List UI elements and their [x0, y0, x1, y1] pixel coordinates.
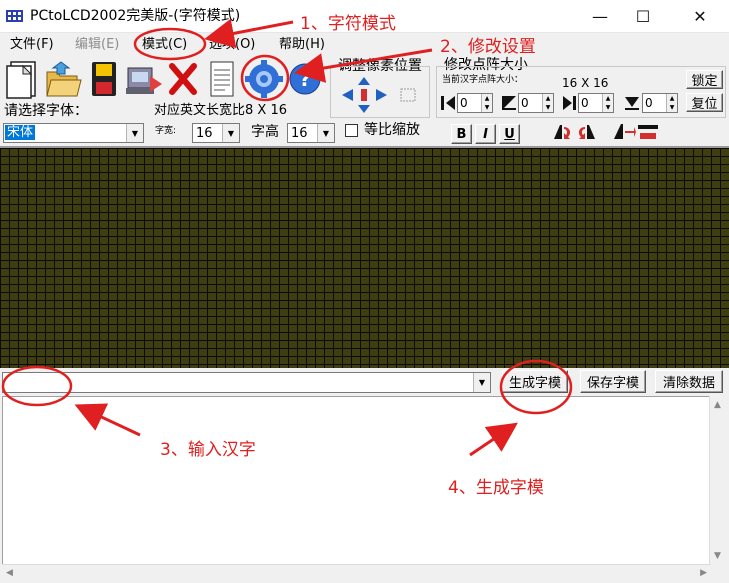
- generate-button[interactable]: 生成字模: [502, 370, 568, 393]
- flip-vertical-icon[interactable]: [636, 121, 660, 143]
- bold-button[interactable]: B: [451, 124, 472, 144]
- top-margin-icon: [441, 96, 455, 110]
- current-size-value: 16 X 16: [562, 76, 609, 90]
- chevron-down-icon: ▼: [222, 124, 239, 142]
- spin-bottom[interactable]: 0 ▲ ▼: [518, 93, 554, 113]
- minimize-button[interactable]: —: [577, 0, 623, 33]
- width-select[interactable]: 16 ▼: [192, 123, 240, 143]
- proportional-label: 等比缩放: [364, 122, 420, 138]
- chevron-down-icon: ▼: [126, 124, 143, 142]
- delete-icon[interactable]: [166, 58, 200, 100]
- reset-button[interactable]: 复位: [686, 93, 723, 112]
- annotation-2: 2、修改设置: [440, 37, 536, 57]
- export-icon[interactable]: [122, 58, 164, 100]
- lock-button[interactable]: 锁定: [686, 70, 723, 89]
- scroll-right-icon[interactable]: ▶: [700, 568, 707, 578]
- shift-up-icon[interactable]: [356, 76, 372, 86]
- horizontal-scrollbar[interactable]: ◀ ▶: [2, 564, 711, 582]
- new-file-icon[interactable]: [5, 58, 43, 100]
- scroll-left-icon[interactable]: ◀: [6, 568, 13, 578]
- save-disk-icon[interactable]: [86, 58, 120, 100]
- dot-matrix-grid[interactable]: [0, 146, 729, 368]
- window-title: PCtoLCD2002完美版-(字符模式): [30, 8, 241, 24]
- menu-edit[interactable]: 编辑(E): [75, 36, 119, 53]
- spin-top[interactable]: 0 ▲ ▼: [457, 93, 493, 113]
- italic-button[interactable]: I: [475, 124, 496, 144]
- flip-horizontal-icon[interactable]: [612, 121, 636, 143]
- menu-mode[interactable]: 模式(C): [142, 36, 187, 53]
- choose-font-label: 请选择字体：: [4, 103, 88, 119]
- scroll-up-icon[interactable]: ▲: [714, 400, 721, 410]
- bottom-margin-icon: [502, 96, 516, 110]
- open-folder-icon[interactable]: [43, 58, 83, 100]
- shift-left-icon[interactable]: [341, 88, 355, 102]
- proportional-checkbox[interactable]: [345, 124, 358, 137]
- shift-right-icon[interactable]: [374, 88, 388, 102]
- left-margin-icon: [563, 96, 576, 110]
- app-icon: [6, 10, 23, 22]
- close-button[interactable]: ✕: [677, 0, 723, 33]
- clear-button[interactable]: 清除数据: [655, 370, 723, 393]
- height-select[interactable]: 16 ▼: [287, 123, 335, 143]
- settings-gear-icon[interactable]: [243, 58, 285, 100]
- right-margin-icon: [625, 97, 639, 110]
- notepad-icon[interactable]: [205, 58, 239, 100]
- frame-icon[interactable]: [398, 86, 418, 104]
- chevron-down-icon: ▼: [473, 373, 490, 392]
- maximize-button[interactable]: ☐: [620, 0, 666, 33]
- aspect-ratio-label: 对应英文长宽比8 X 16: [154, 103, 287, 118]
- height-label: 字高: [251, 124, 279, 140]
- current-size-label: 当前汉字点阵大小：: [442, 75, 524, 85]
- save-font-button[interactable]: 保存字模: [580, 370, 646, 393]
- rotate-right-icon[interactable]: [575, 121, 599, 143]
- menu-file[interactable]: 文件(F): [10, 36, 54, 53]
- menu-options[interactable]: 选项(O): [209, 36, 255, 53]
- width-label: 字宽:: [155, 126, 177, 136]
- scroll-down-icon[interactable]: ▼: [714, 551, 721, 561]
- annotation-3: 3、输入汉字: [160, 440, 256, 460]
- annotation-1: 1、字符模式: [300, 14, 396, 34]
- output-textarea[interactable]: [2, 396, 711, 581]
- shift-down-icon[interactable]: [356, 104, 372, 114]
- chevron-down-icon: ▼: [317, 124, 334, 142]
- font-select[interactable]: 宋体 ▼: [3, 123, 144, 143]
- annotation-4: 4、生成字模: [448, 478, 544, 498]
- rotate-left-icon[interactable]: [550, 121, 574, 143]
- help-icon[interactable]: ?: [287, 58, 323, 100]
- svg-text:?: ?: [299, 67, 311, 91]
- spin-left[interactable]: 0 ▲ ▼: [578, 93, 614, 113]
- center-icon[interactable]: [358, 88, 370, 102]
- char-input[interactable]: ▼: [2, 372, 491, 393]
- underline-button[interactable]: U: [499, 124, 520, 144]
- spin-right[interactable]: 0 ▲ ▼: [642, 93, 678, 113]
- vertical-scrollbar[interactable]: ▲ ▼: [709, 396, 727, 565]
- menu-help[interactable]: 帮助(H): [279, 36, 325, 53]
